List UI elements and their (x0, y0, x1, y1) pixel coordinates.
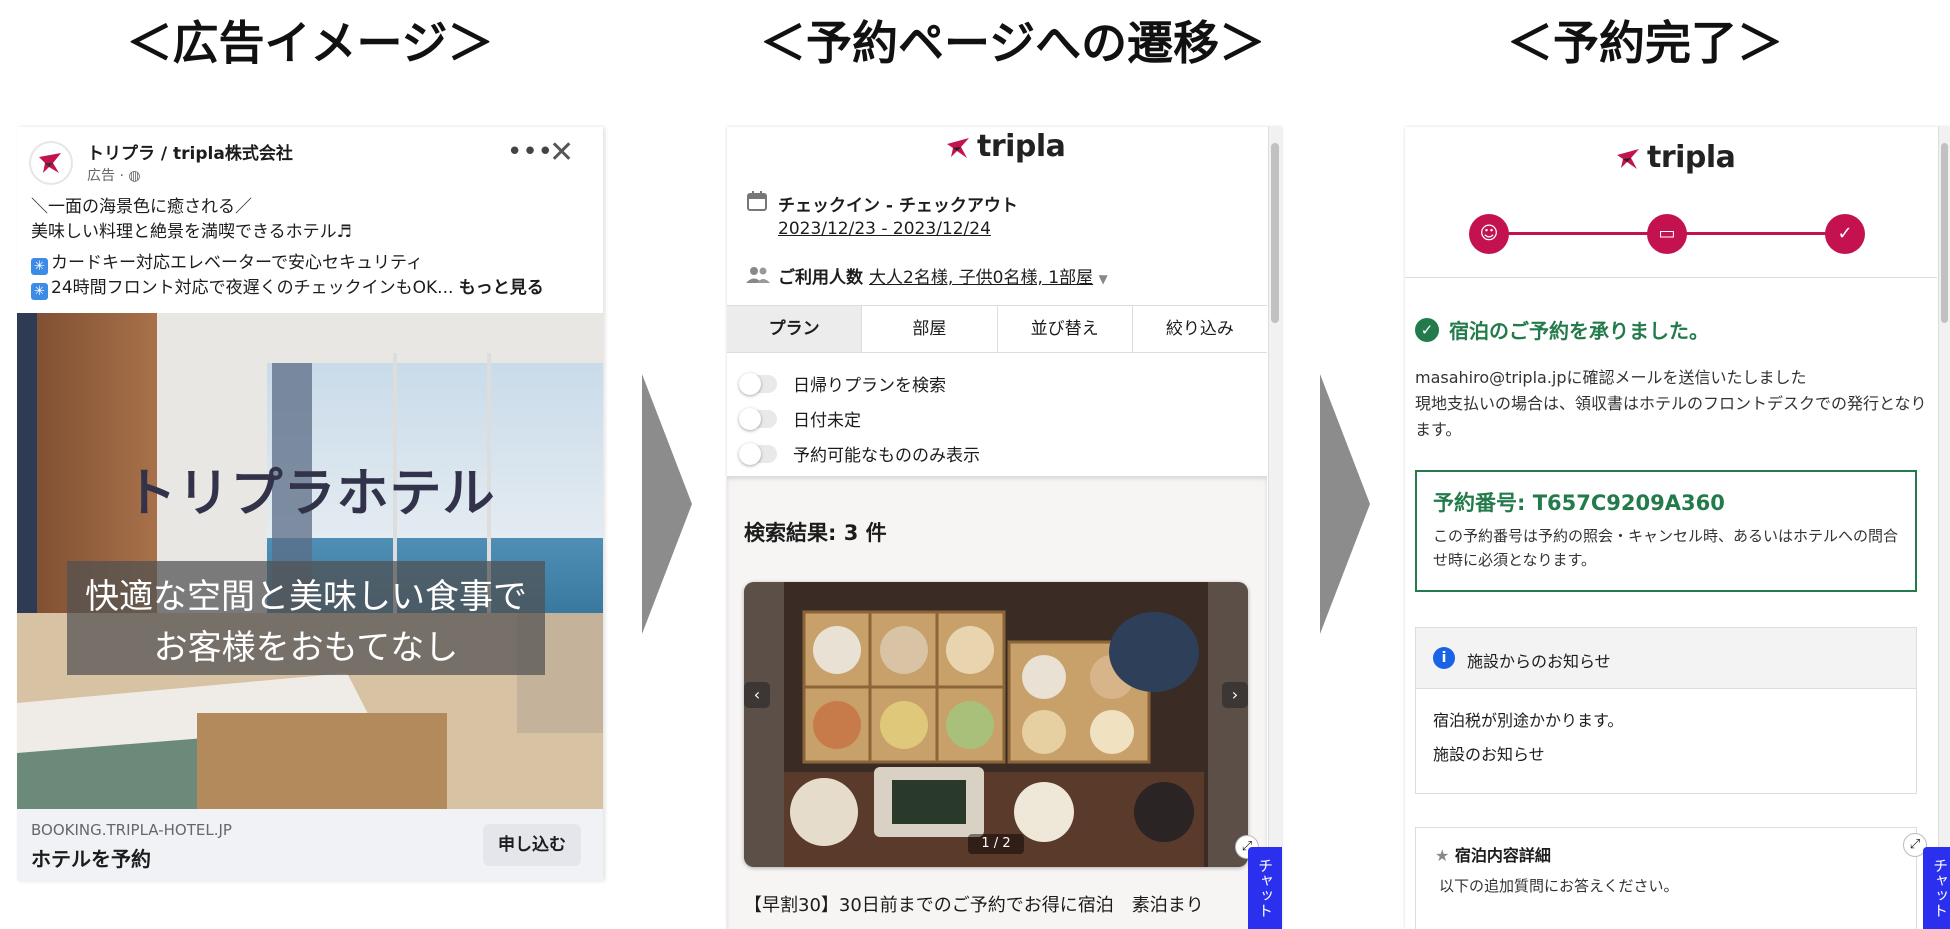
chat-button[interactable]: チャット (1923, 847, 1950, 929)
star-icon: ★ (1435, 846, 1450, 865)
toggle-label: 予約可能なもののみ表示 (793, 446, 980, 466)
image-caption: お客様をおもてなし (154, 628, 459, 668)
toggle-day-trip[interactable]: 日帰りプランを検索 (739, 371, 946, 396)
page-name[interactable]: トリプラ / tripla株式会社 (87, 139, 293, 164)
toggle-label: 日付未定 (793, 411, 861, 431)
body-line: 美味しい料理と絶景を満喫できるホテル♬ (31, 222, 352, 242)
success-message: ✓ 宿泊のご予約を承りました。 (1415, 315, 1709, 344)
sparkle-icon: ✳ (31, 283, 48, 300)
body-line: 24時間フロント対応で夜遅くのチェックインもOK... (51, 278, 454, 298)
tripla-crane-icon (1617, 148, 1639, 169)
search-tabs: プラン 部屋 並び替え 絞り込み (727, 305, 1267, 353)
heading-booking-complete: ＜予約完了＞ (1507, 16, 1783, 70)
confirmation-message: masahiro@tripla.jpに確認メールを送信いたしました 現地支払いの… (1415, 365, 1930, 443)
info-icon: i (1433, 647, 1455, 669)
plan-card-image[interactable]: ‹ › 1 / 2 (744, 582, 1248, 867)
scrollbar-thumb[interactable] (1271, 143, 1279, 323)
stay-details-subtitle: 以下の追加質問にお答えください。 (1439, 877, 1679, 895)
ad-hotel-image[interactable]: トリプラホテル 快適な空間と美味しい食事で お客様をおもてなし (17, 313, 603, 809)
toggle-switch[interactable] (739, 442, 777, 465)
notice-title: 施設からのお知らせ (1467, 652, 1611, 671)
apply-button[interactable]: 申し込む (483, 824, 581, 866)
carousel-next-button[interactable]: › (1222, 682, 1248, 708)
chat-button[interactable]: チャット (1248, 847, 1282, 929)
image-counter: 1 / 2 (968, 834, 1024, 854)
guests-label: ご利用人数 (778, 268, 863, 288)
tab-room[interactable]: 部屋 (862, 306, 998, 352)
ad-cta-title[interactable]: ホテルを予約 (31, 843, 151, 872)
caret-down-icon[interactable]: ▼ (1098, 272, 1107, 286)
body-line: ＼一面の海景色に癒される／ (31, 197, 252, 217)
step-guest-icon: ☺ (1469, 214, 1509, 254)
message-line: masahiro@tripla.jpに確認メールを送信いたしました (1415, 368, 1807, 387)
calendar-icon (747, 191, 767, 211)
tab-filter[interactable]: 絞り込み (1133, 306, 1267, 352)
logo-text: tripla (977, 129, 1066, 164)
plan-title[interactable]: 【早割30】30日前までのご予約でお得に宿泊 素泊まり (744, 893, 1249, 919)
carousel-prev-button[interactable]: ‹ (744, 682, 770, 708)
body-line: カードキー対応エレベーターで安心セキュリティ (51, 253, 423, 273)
toggle-switch[interactable] (739, 372, 777, 395)
people-icon (746, 267, 770, 283)
toggle-switch[interactable] (739, 407, 777, 430)
food-photo (744, 582, 1248, 867)
image-title: トリプラホテル (124, 464, 495, 524)
success-text: 宿泊のご予約を承りました。 (1449, 319, 1709, 343)
notice-text: 施設のお知らせ (1433, 745, 1545, 764)
tripla-crane-icon (947, 137, 969, 158)
heading-ad-image: ＜広告イメージ＞ (126, 16, 494, 70)
reservation-note: この予約番号は予約の照会・キャンセル時、あるいはホテルへの問合せ時に必須となりま… (1433, 527, 1899, 569)
facebook-ad-preview: トリプラ / tripla株式会社 広告 · ◍ ••• ✕ ＼一面の海景色に癒… (17, 127, 603, 881)
logo-text: tripla (1647, 140, 1736, 175)
message-line: 現地支払いの場合は、領収書はホテルのフロントデスクでの発行となります。 (1415, 394, 1927, 439)
heading-booking-transition: ＜予約ページへの遷移＞ (760, 16, 1266, 70)
globe-icon: ◍ (128, 168, 141, 184)
guests-value[interactable]: 大人2名様, 子供0名様, 1部屋 (869, 268, 1093, 288)
checkin-checkout-label: チェックイン - チェックアウト (778, 196, 1018, 216)
date-range-link[interactable]: 2023/12/23 - 2023/12/24 (778, 219, 991, 239)
tripla-logo: tripla (945, 129, 1066, 164)
tab-plan[interactable]: プラン (727, 306, 863, 352)
sponsored-label: 広告 · ◍ (87, 168, 141, 184)
tab-sort[interactable]: 並び替え (998, 306, 1133, 352)
tripla-logo: tripla (1615, 140, 1736, 175)
ad-body-text: ＼一面の海景色に癒される／ 美味しい料理と絶景を満喫できるホテル♬ ✳ カードキー… (31, 195, 591, 301)
notice-text: 宿泊税が別途かかります。 (1433, 711, 1624, 730)
toggle-date-undecided[interactable]: 日付未定 (739, 406, 861, 431)
arrow-right-icon (1320, 374, 1370, 634)
reservation-number: 予約番号: T657C9209A360 (1433, 491, 1725, 515)
step-complete-check-icon: ✓ (1825, 214, 1865, 254)
stay-details-title: ★ 宿泊内容詳細 (1435, 842, 1551, 866)
hotel-room-photo: トリプラホテル 快適な空間と美味しい食事で お客様をおもてなし (17, 313, 603, 809)
booking-complete-page: tripla ☺ ▭ ✓ ✓ 宿泊のご予約を承りました。 masahiro@tr… (1405, 127, 1950, 929)
more-options-icon[interactable]: ••• (507, 137, 553, 167)
see-more-link[interactable]: もっと見る (459, 278, 544, 298)
tripla-crane-icon (39, 153, 61, 173)
guests-selector[interactable]: ご利用人数 大人2名様, 子供0名様, 1部屋 ▼ (778, 263, 1108, 288)
toggle-available-only[interactable]: 予約可能なもののみ表示 (739, 441, 980, 466)
toggle-label: 日帰りプランを検索 (793, 376, 946, 396)
ad-domain: BOOKING.TRIPLA-HOTEL.JP (31, 821, 232, 839)
page-avatar[interactable] (29, 141, 73, 185)
step-payment-icon: ▭ (1647, 214, 1687, 254)
booking-page: tripla チェックイン - チェックアウト 2023/12/23 - 202… (727, 127, 1282, 929)
arrow-right-icon (642, 374, 692, 634)
search-results-count: 検索結果: 3 件 (744, 521, 887, 545)
scrollbar-thumb[interactable] (1941, 143, 1948, 323)
close-icon[interactable]: ✕ (549, 135, 574, 170)
check-circle-icon: ✓ (1415, 317, 1439, 342)
sparkle-icon: ✳ (31, 258, 48, 275)
image-caption: 快適な空間と美味しい食事で (85, 577, 527, 617)
detail-title-text: 宿泊内容詳細 (1454, 846, 1551, 865)
divider (1405, 277, 1937, 278)
